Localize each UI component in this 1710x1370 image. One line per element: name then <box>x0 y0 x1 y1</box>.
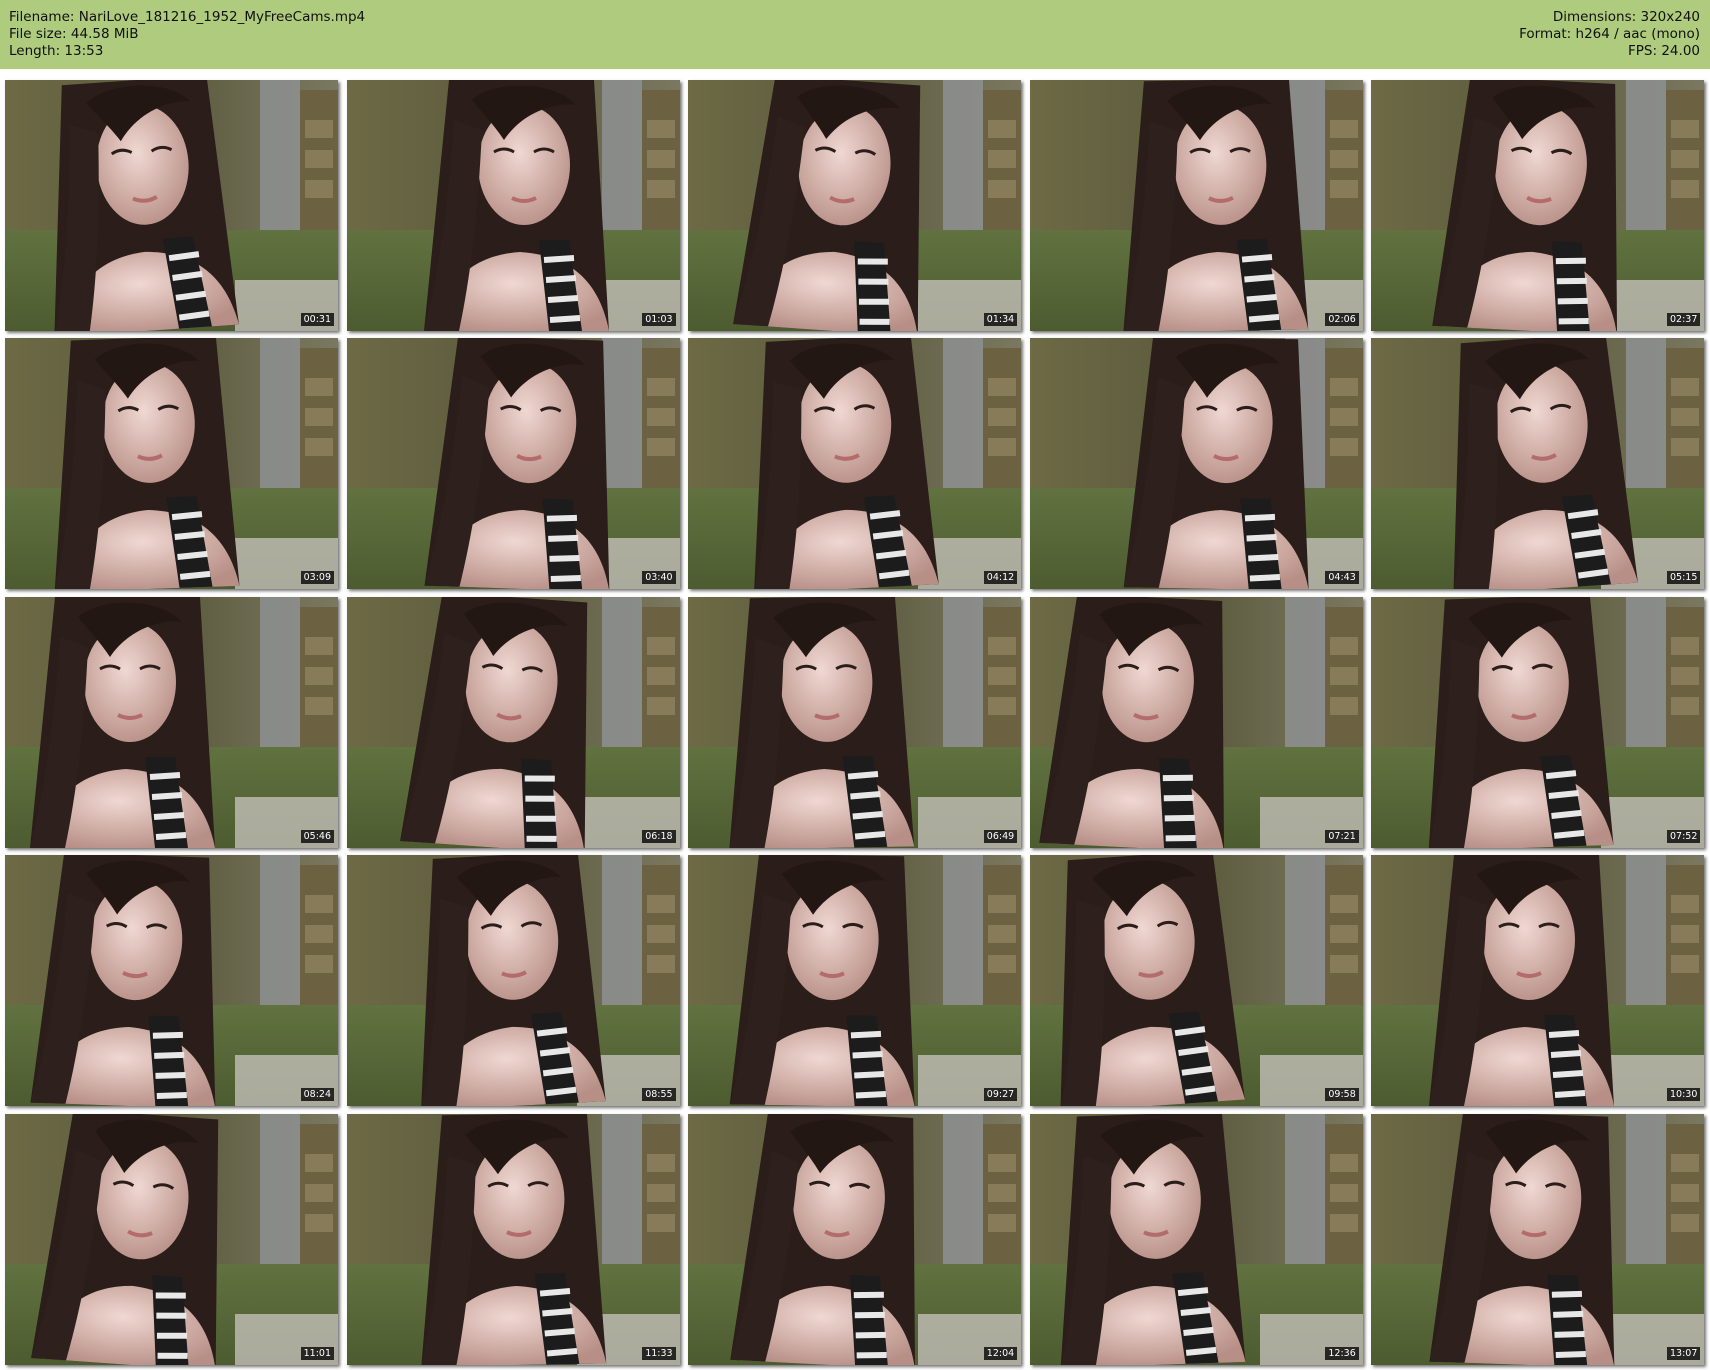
frame-timestamp: 12:36 <box>1325 1346 1359 1360</box>
frame-image <box>346 596 680 848</box>
frame-timestamp: 08:24 <box>300 1088 334 1102</box>
frame-timestamp: 03:40 <box>642 571 676 585</box>
frame-timestamp: 09:27 <box>983 1088 1018 1102</box>
video-frame-thumbnail: 04:43 <box>1029 338 1363 590</box>
video-frame-thumbnail: 12:04 <box>688 1113 1022 1365</box>
frame-image <box>5 596 338 848</box>
dimensions-text: Dimensions: 320x240 <box>1552 9 1700 25</box>
frame-image <box>1371 855 1705 1107</box>
frame-timestamp: 13:07 <box>1666 1346 1701 1360</box>
frame-timestamp: 10:30 <box>1666 1088 1701 1102</box>
video-frame-thumbnail: 11:01 <box>5 1113 338 1365</box>
frame-image <box>1029 338 1363 590</box>
video-frame-thumbnail: 07:21 <box>1029 596 1363 848</box>
video-frame-thumbnail: 11:33 <box>346 1113 680 1365</box>
frame-timestamp: 02:37 <box>1666 313 1701 326</box>
frame-timestamp: 11:33 <box>642 1346 676 1360</box>
frame-timestamp: 01:03 <box>642 313 676 326</box>
frame-timestamp: 07:21 <box>1325 829 1359 843</box>
video-frame-thumbnail: 09:58 <box>1029 855 1363 1107</box>
frame-timestamp: 12:04 <box>983 1346 1018 1360</box>
filesize-text: File size: 44.58 MiB <box>9 26 139 42</box>
video-frame-thumbnail: 08:24 <box>5 855 338 1107</box>
length-text: Length: 13:53 <box>9 43 104 59</box>
frame-image <box>5 338 338 590</box>
video-frame-thumbnail: 00:31 <box>5 80 338 331</box>
format-text: Format: h264 / aac (mono) <box>1519 26 1700 42</box>
frame-image <box>346 338 680 590</box>
frame-image <box>5 80 338 331</box>
frame-timestamp: 01:34 <box>983 313 1018 326</box>
fps-text: FPS: 24.00 <box>1628 43 1700 59</box>
frame-timestamp: 09:58 <box>1325 1088 1359 1102</box>
frame-timestamp: 06:49 <box>983 829 1018 843</box>
frame-image <box>688 1113 1022 1365</box>
frame-image <box>5 1113 338 1365</box>
frame-image <box>1029 1113 1363 1365</box>
video-frame-thumbnail: 10:30 <box>1371 855 1705 1107</box>
frame-image <box>1029 596 1363 848</box>
video-frame-thumbnail: 13:07 <box>1371 1113 1705 1365</box>
video-frame-thumbnail: 07:52 <box>1371 596 1705 848</box>
frame-timestamp: 05:46 <box>300 829 334 843</box>
frame-timestamp: 04:12 <box>983 571 1018 585</box>
video-frame-thumbnail: 03:09 <box>5 338 338 590</box>
frame-image <box>346 1113 680 1365</box>
frame-image <box>5 855 338 1107</box>
video-frame-thumbnail: 01:03 <box>346 80 680 331</box>
frame-image <box>346 80 680 331</box>
frame-image <box>1029 80 1363 331</box>
video-frame-thumbnail: 05:15 <box>1371 338 1705 590</box>
video-frame-thumbnail: 01:34 <box>688 80 1022 331</box>
frame-timestamp: 08:55 <box>642 1088 676 1102</box>
frame-image <box>688 855 1022 1107</box>
frame-image <box>1371 80 1705 331</box>
video-frame-thumbnail: 06:49 <box>688 596 1022 848</box>
frame-image <box>688 596 1022 848</box>
frame-image <box>1371 1113 1705 1365</box>
frame-timestamp: 06:18 <box>642 829 676 843</box>
frame-image <box>1371 596 1705 848</box>
frame-timestamp: 04:43 <box>1325 571 1359 585</box>
thumbnail-grid: 00:31 01:03 01:34 02:06 02:37 03:09 03:40 04:12… <box>5 80 1705 1365</box>
frame-image <box>346 855 680 1107</box>
video-frame-thumbnail: 02:06 <box>1029 80 1363 331</box>
video-frame-thumbnail: 03:40 <box>346 338 680 590</box>
video-frame-thumbnail: 12:36 <box>1029 1113 1363 1365</box>
frame-image <box>688 338 1022 590</box>
video-frame-thumbnail: 09:27 <box>688 855 1022 1107</box>
frame-timestamp: 05:15 <box>1666 571 1701 585</box>
frame-timestamp: 00:31 <box>300 313 334 326</box>
frame-timestamp: 03:09 <box>300 571 334 585</box>
video-frame-thumbnail: 04:12 <box>688 338 1022 590</box>
video-frame-thumbnail: 08:55 <box>346 855 680 1107</box>
frame-timestamp: 11:01 <box>300 1346 334 1360</box>
frame-image <box>688 80 1022 331</box>
video-info-header: Filename: NariLove_181216_1952_MyFreeCam… <box>0 0 1710 69</box>
video-frame-thumbnail: 06:18 <box>346 596 680 848</box>
frame-image <box>1371 338 1705 590</box>
stream-meta: Dimensions: 320x240 Format: h264 / aac (… <box>1519 9 1700 60</box>
filename-text: Filename: NariLove_181216_1952_MyFreeCam… <box>9 9 366 25</box>
frame-timestamp: 02:06 <box>1325 313 1359 326</box>
video-frame-thumbnail: 02:37 <box>1371 80 1705 331</box>
frame-image <box>1029 855 1363 1107</box>
frame-timestamp: 07:52 <box>1666 829 1701 843</box>
video-frame-thumbnail: 05:46 <box>5 596 338 848</box>
file-meta: Filename: NariLove_181216_1952_MyFreeCam… <box>9 9 365 60</box>
